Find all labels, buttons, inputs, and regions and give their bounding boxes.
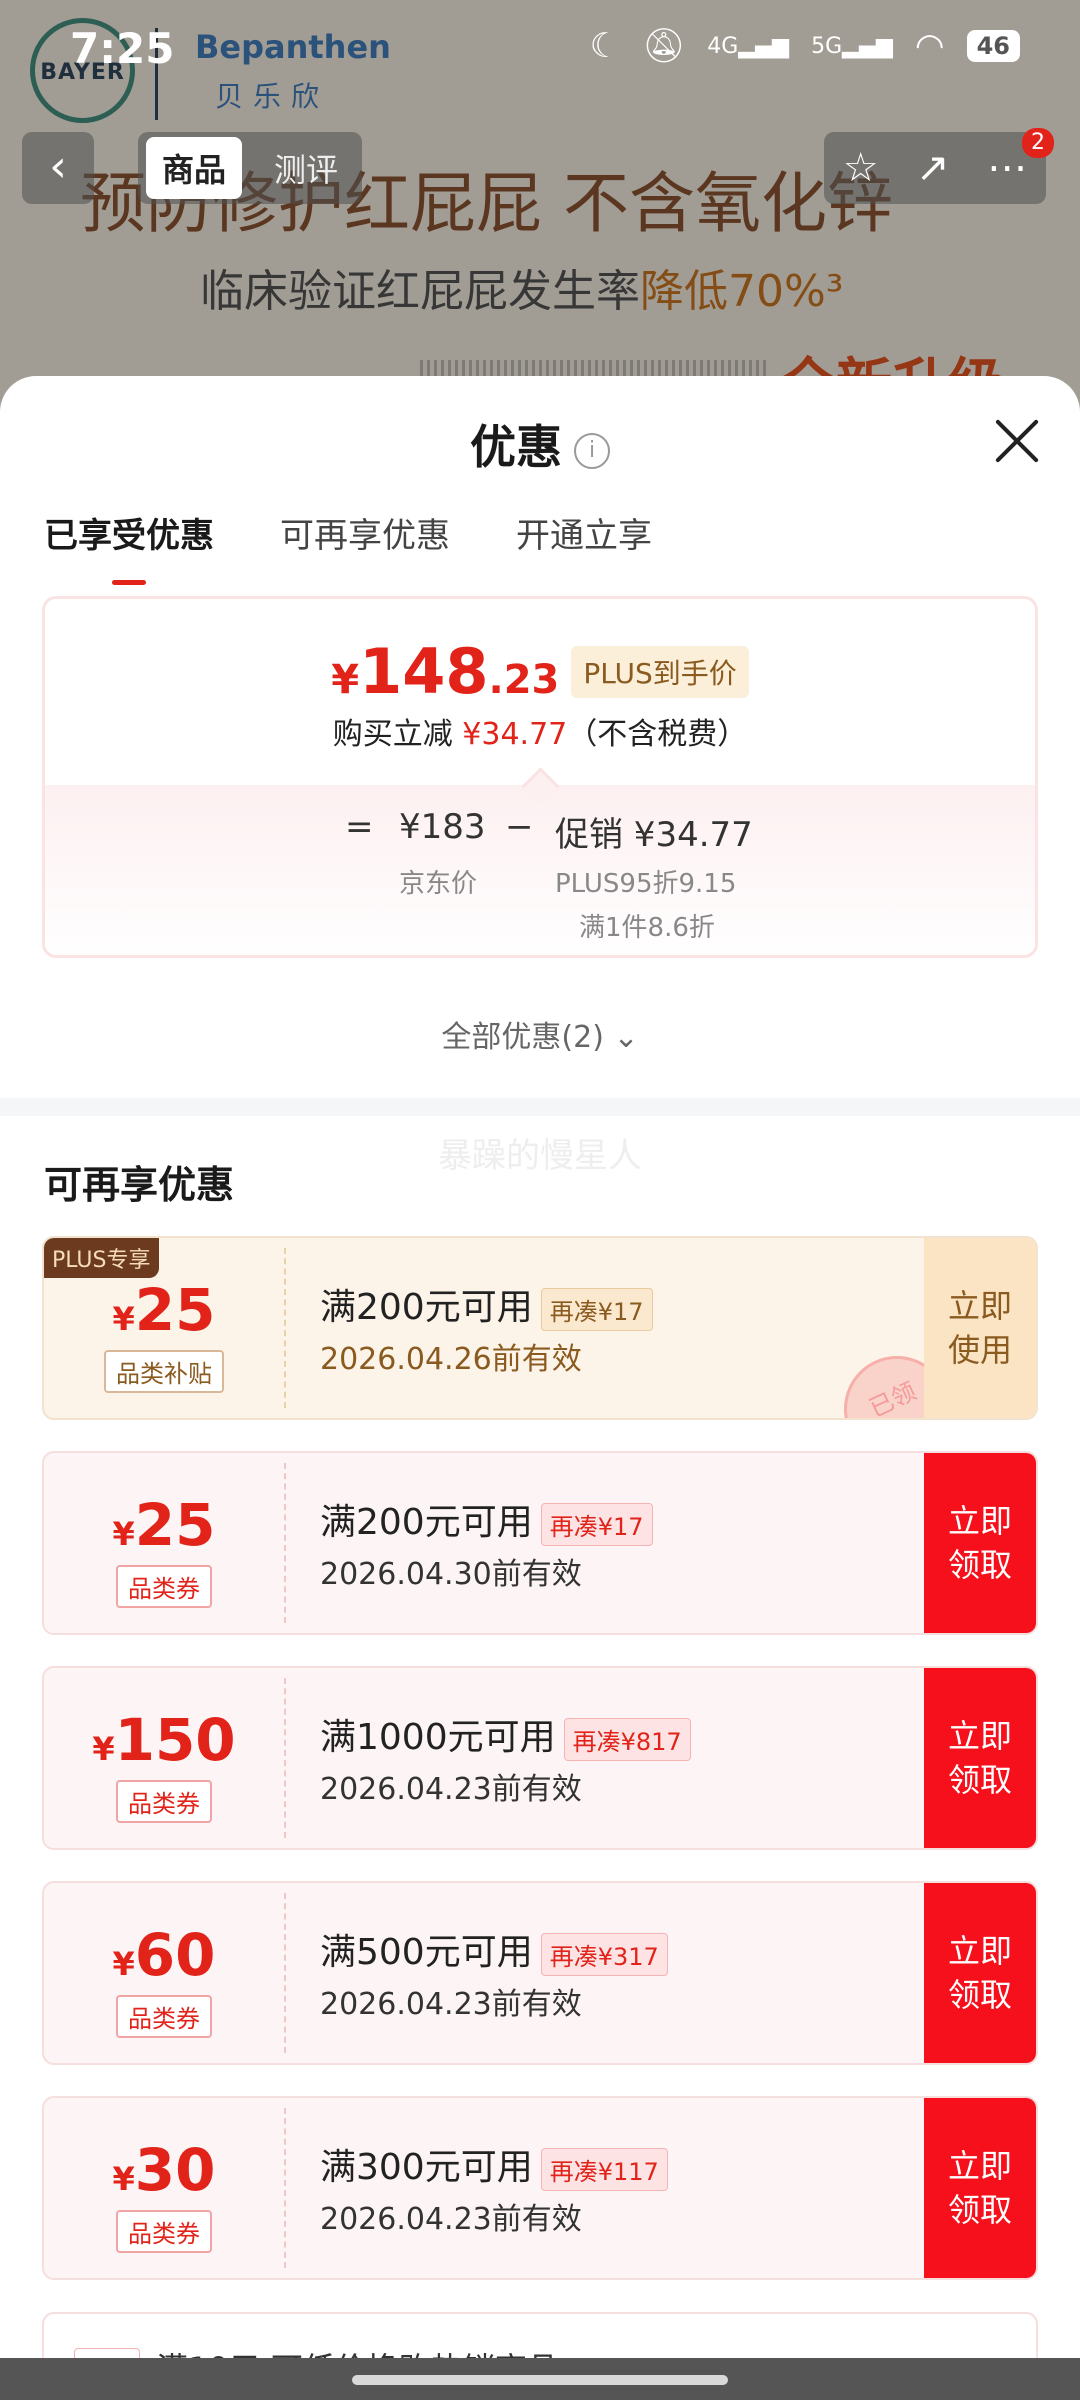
moon-icon: ☾ <box>589 26 621 66</box>
coupon-gap-tag: 再凑¥17 <box>540 1502 653 1546</box>
coupon-separator <box>284 1678 286 1838</box>
product-nav: ‹ 商品 测评 ☆ ↗ ⋯ 2 <box>0 128 1080 212</box>
coupon-card: ¥25 品类券 满200元可用 再凑¥17 2026.04.30前有效 立即领取 <box>42 1451 1038 1635</box>
coupon-category: 品类券 <box>116 1780 212 1823</box>
promo-label-discount: 满1件8.6折 <box>579 913 715 943</box>
signal-5g-icon: 5G▂▄▆ <box>811 33 893 59</box>
coupon-category: 品类券 <box>116 2210 212 2253</box>
coupon-gap-tag: 再凑¥17 <box>540 1287 653 1331</box>
coupon-condition: 满200元可用 再凑¥17 <box>320 1493 653 1546</box>
jd-price: ¥183 <box>399 807 486 847</box>
coupon-amount: ¥25 <box>112 1276 216 1344</box>
claim-now-button[interactable]: 立即领取 <box>924 2098 1036 2278</box>
coupon-amount: ¥25 <box>112 1491 216 1559</box>
coupon-condition: 满500元可用 再凑¥317 <box>320 1923 668 1976</box>
jd-price-label: 京东价 <box>399 869 478 899</box>
home-indicator[interactable] <box>352 2375 728 2385</box>
back-button[interactable]: ‹ <box>22 132 94 204</box>
coupon-separator <box>284 1463 286 1623</box>
coupon-gap-tag: 再凑¥317 <box>540 1932 668 1976</box>
tab-activate-promotions[interactable]: 开通立享 <box>516 508 652 557</box>
use-now-button[interactable]: 立即使用 <box>924 1238 1036 1418</box>
coupon-card: PLUS专享 ¥25 品类补贴 满200元可用 再凑¥17 2026.04.26前… <box>42 1236 1038 1420</box>
tab-review[interactable]: 测评 <box>258 137 354 199</box>
chevron-left-icon: ‹ <box>49 141 67 192</box>
signal-4g-icon: 4G▂▄▆ <box>707 33 790 59</box>
coupon-condition: 满1000元可用 再凑¥817 <box>320 1708 691 1761</box>
coupon-gap-tag: 再凑¥117 <box>540 2147 668 2191</box>
wifi-icon: ◠ <box>914 26 945 66</box>
chevron-down-icon: ⌄ <box>613 1020 639 1055</box>
coupon-card: ¥30 品类券 满300元可用 再凑¥117 2026.04.23前有效 立即领取 <box>42 2096 1038 2280</box>
coupon-expiry: 2026.04.23前有效 <box>320 1987 582 2022</box>
nav-actions: ☆ ↗ ⋯ <box>824 132 1046 204</box>
claim-now-button[interactable]: 立即领取 <box>924 1883 1036 2063</box>
coupon-expiry: 2026.04.30前有效 <box>320 1557 582 1592</box>
info-icon[interactable]: i <box>574 432 610 469</box>
claim-now-button[interactable]: 立即领取 <box>924 1453 1036 1633</box>
plus-price-tag: PLUS到手价 <box>571 645 749 698</box>
favorite-star-icon[interactable]: ☆ <box>843 145 879 191</box>
promotion-tabs: 已享受优惠 可再享优惠 开通立享 <box>44 508 652 585</box>
coupon-category: 品类券 <box>116 1995 212 2038</box>
final-price: ¥148.23 <box>331 635 560 708</box>
notification-badge: 2 <box>1022 128 1054 158</box>
status-bar: 7:25 ☾ 🔕︎ 4G▂▄▆ 5G▂▄▆ ◠ 46 <box>0 0 1080 100</box>
coupon-expiry: 2026.04.23前有效 <box>320 2202 582 2237</box>
product-tabs: 商品 测评 <box>138 132 363 204</box>
tab-enjoyed-promotions[interactable]: 已享受优惠 <box>44 508 214 585</box>
coupon-amount: ¥60 <box>112 1921 216 1989</box>
coupon-expiry: 2026.04.26前有效 <box>320 1342 582 1377</box>
share-icon[interactable]: ↗ <box>916 145 950 191</box>
coupon-amount: ¥30 <box>112 2136 216 2204</box>
section-divider <box>0 1098 1080 1116</box>
coupon-separator <box>284 1248 286 1408</box>
promo-discount: 促销 ¥34.77 <box>555 815 753 855</box>
coupon-category: 品类券 <box>116 1565 212 1608</box>
claim-now-button[interactable]: 立即领取 <box>924 1668 1036 1848</box>
all-promotions-toggle[interactable]: 全部优惠(2) ⌄ <box>0 1012 1080 1056</box>
battery-icon: 46 <box>966 30 1020 62</box>
close-icon[interactable] <box>994 418 1040 464</box>
promotion-sheet: 优惠 i 已享受优惠 可再享优惠 开通立享 ¥148.23 PLUS到手价 购买立减… <box>0 376 1080 2400</box>
coupon-separator <box>284 2108 286 2268</box>
coupon-expiry: 2026.04.23前有效 <box>320 1772 582 1807</box>
minus-sign: − <box>505 807 534 847</box>
tab-more-promotions[interactable]: 可再享优惠 <box>280 508 450 557</box>
coupon-separator <box>284 1893 286 2053</box>
price-summary-card: ¥148.23 PLUS到手价 购买立减 ¥34.77（不含税费） = ¥183 … <box>42 596 1038 958</box>
mute-icon: 🔕︎ <box>642 26 686 66</box>
section-title: 可再享优惠 <box>44 1163 235 1207</box>
more-icon[interactable]: ⋯ <box>987 145 1027 191</box>
price-calculation: = ¥183 − 促销 ¥34.77 京东价 PLUS95折9.15 满1件8.… <box>45 785 1035 955</box>
coupon-condition: 满300元可用 再凑¥117 <box>320 2138 668 2191</box>
tab-product[interactable]: 商品 <box>146 137 243 199</box>
coupon-condition: 满200元可用 再凑¥17 <box>320 1278 653 1331</box>
coupon-card: ¥150 品类券 满1000元可用 再凑¥817 2026.04.23前有效 立即… <box>42 1666 1038 1850</box>
coupon-category: 品类补贴 <box>104 1350 224 1393</box>
promo-label-plus: PLUS95折9.15 <box>555 869 737 899</box>
coupon-card: ¥60 品类券 满500元可用 再凑¥317 2026.04.23前有效 立即领取 <box>42 1881 1038 2065</box>
coupon-amount: ¥150 <box>92 1706 236 1774</box>
sheet-title: 优惠 i <box>0 411 1080 477</box>
equals-sign: = <box>345 807 374 847</box>
reduce-line: 购买立减 ¥34.77（不含税费） <box>332 717 748 752</box>
coupon-gap-tag: 再凑¥817 <box>563 1717 691 1761</box>
status-time: 7:25 <box>70 24 175 73</box>
